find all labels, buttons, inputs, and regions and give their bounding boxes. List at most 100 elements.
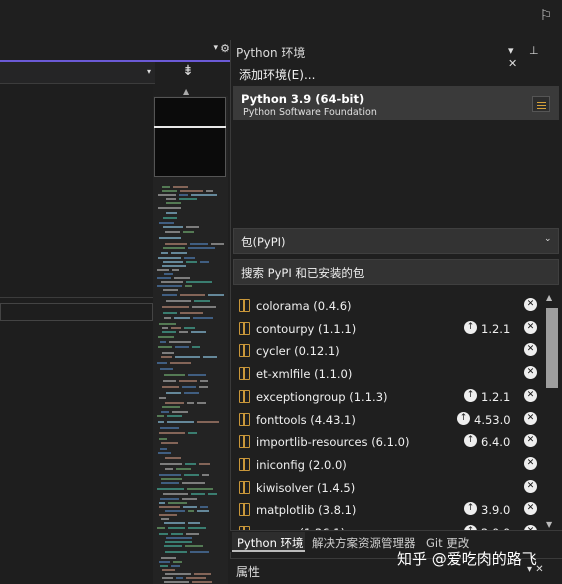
minimap-code-line: [165, 468, 173, 470]
package-row[interactable]: matplotlib (3.8.1) ↑ 3.9.0 ✕: [233, 499, 543, 522]
editor-tab-well: ▾ ⚙: [0, 40, 230, 60]
minimap-code-line: [165, 402, 184, 404]
package-row[interactable]: cycler (0.12.1) ✕: [233, 340, 543, 363]
minimap-code-line: [180, 294, 205, 296]
minimap-code-line: [171, 327, 181, 329]
uninstall-icon[interactable]: ✕: [524, 366, 537, 380]
package-row[interactable]: et-xmlfile (1.1.0) ✕: [233, 363, 543, 386]
minimap-code-line: [158, 452, 171, 454]
watermark-text: 知乎 @爱吃肉的路飞: [397, 550, 537, 568]
uninstall-icon[interactable]: ✕: [524, 388, 537, 402]
package-name: cycler (0.12.1): [256, 344, 340, 359]
minimap-code-line: [184, 392, 199, 394]
minimap-code-line: [163, 289, 178, 291]
code-editor[interactable]: [0, 84, 153, 584]
package-icon: [239, 299, 250, 312]
minimap-code-line: [174, 277, 190, 279]
minimap-code-line: [164, 374, 185, 376]
minimap-code-line: [191, 493, 205, 495]
visual-studio-window: ⚐ ▾ ⚙ ▾ ⇟ ▲ Python 环境 ▾ ⊥ ✕ 添加环境(E)... P…: [0, 0, 562, 584]
package-row[interactable]: iniconfig (2.0.0) ✕: [233, 454, 543, 477]
package-name: et-xmlfile (1.1.0): [256, 367, 353, 382]
package-row[interactable]: contourpy (1.1.1) ↑ 1.2.1 ✕: [233, 318, 543, 341]
properties-window-controls[interactable]: ▾ ✕: [527, 564, 544, 575]
package-icon: [239, 367, 250, 381]
scroll-down-icon[interactable]: ▼: [546, 520, 552, 529]
uninstall-icon[interactable]: ✕: [524, 320, 537, 334]
package-row[interactable]: fonttools (4.43.1) ↑ 4.53.0 ✕: [233, 409, 543, 432]
panel-window-controls[interactable]: ▾ ⊥ ✕: [508, 44, 562, 70]
minimap-code-line: [159, 222, 174, 224]
minimap-code-line: [172, 269, 179, 271]
minimap-code-line: [188, 247, 215, 249]
package-name: iniconfig (2.0.0): [256, 457, 347, 472]
minimap-code-line: [157, 269, 169, 271]
minimap-code-line: [166, 202, 181, 204]
upgrade-icon[interactable]: ↑: [457, 411, 470, 425]
uninstall-icon[interactable]: ✕: [524, 343, 537, 357]
navigation-dropdown[interactable]: ▾: [0, 62, 155, 84]
package-row[interactable]: numpy (1.26.1)↑2.0.0✕: [233, 522, 543, 530]
minimap-code-line: [179, 198, 197, 200]
tab-python-environments[interactable]: Python 环境: [237, 535, 304, 551]
minimap-code-line: [199, 386, 208, 388]
package-icon: [239, 412, 250, 426]
scroll-up-icon[interactable]: ▲: [546, 293, 552, 302]
minimap-code-line: [203, 356, 217, 358]
minimap-code-line: [159, 502, 165, 504]
minimap-code-line: [161, 482, 179, 484]
tab-list-dropdown-icon[interactable]: ▾: [213, 43, 218, 53]
upgrade-version[interactable]: 3.9.0: [481, 503, 510, 517]
upgrade-version[interactable]: 4.53.0: [474, 413, 511, 427]
minimap-code-line: [163, 493, 188, 495]
minimap-code-line: [164, 581, 189, 583]
editor-input-field[interactable]: [0, 303, 153, 321]
upgrade-icon[interactable]: ↑: [464, 434, 477, 448]
minimap-code-line: [188, 374, 206, 376]
package-row[interactable]: kiwisolver (1.4.5) ✕: [233, 477, 543, 500]
minimap-viewport[interactable]: [154, 97, 226, 177]
package-row[interactable]: importlib-resources (6.1.0) ↑ 6.4.0 ✕: [233, 431, 543, 454]
minimap-code-line: [173, 186, 188, 188]
minimap-code-line: [166, 537, 192, 539]
minimap-code-line: [160, 463, 182, 465]
scrollbar-thumb[interactable]: [546, 308, 558, 388]
add-environment-link[interactable]: 添加环境(E)...: [239, 66, 315, 83]
package-icon: [239, 389, 250, 403]
minimap-code-line: [161, 478, 182, 480]
uninstall-icon[interactable]: ✕: [524, 434, 537, 448]
minimap-code-line: [202, 474, 209, 476]
feedback-icon[interactable]: ⚐: [536, 6, 556, 26]
upgrade-icon[interactable]: ↑: [464, 502, 477, 516]
minimap-code-line: [158, 421, 164, 423]
minimap-code-line: [179, 331, 188, 333]
minimap-code-line: [197, 402, 206, 404]
environment-menu-icon[interactable]: [532, 96, 550, 112]
upgrade-icon[interactable]: ↑: [464, 388, 477, 402]
minimap-code-line: [163, 261, 183, 263]
upgrade-version[interactable]: 1.2.1: [481, 322, 510, 336]
upgrade-version[interactable]: 6.4.0: [481, 435, 510, 449]
package-row[interactable]: colorama (0.4.6) ✕: [233, 295, 543, 318]
upgrade-icon[interactable]: ↑: [464, 320, 477, 334]
minimap-code-line: [158, 346, 172, 348]
minimap-code-line: [162, 186, 170, 188]
minimap-code-line: [159, 438, 167, 440]
minimap-code-line: [166, 198, 176, 200]
uninstall-icon[interactable]: ✕: [524, 411, 537, 425]
minimap-code-line: [192, 346, 200, 348]
package-icon: [239, 344, 250, 358]
minimap-code-line: [190, 243, 208, 245]
minimap-code-line: [160, 565, 168, 567]
split-editor-icon[interactable]: ⇟: [176, 63, 200, 83]
uninstall-icon[interactable]: ✕: [524, 502, 537, 516]
uninstall-icon[interactable]: ✕: [524, 456, 537, 470]
gear-icon[interactable]: ⚙: [220, 42, 230, 55]
uninstall-icon[interactable]: ✕: [524, 298, 537, 311]
scroll-up-icon[interactable]: ▲: [183, 87, 189, 96]
package-row[interactable]: exceptiongroup (1.1.3) ↑ 1.2.1 ✕: [233, 386, 543, 409]
uninstall-icon[interactable]: ✕: [524, 479, 537, 493]
minimap-code-line: [159, 561, 170, 563]
minimap-code-line: [157, 285, 182, 287]
upgrade-version[interactable]: 1.2.1: [481, 390, 510, 404]
